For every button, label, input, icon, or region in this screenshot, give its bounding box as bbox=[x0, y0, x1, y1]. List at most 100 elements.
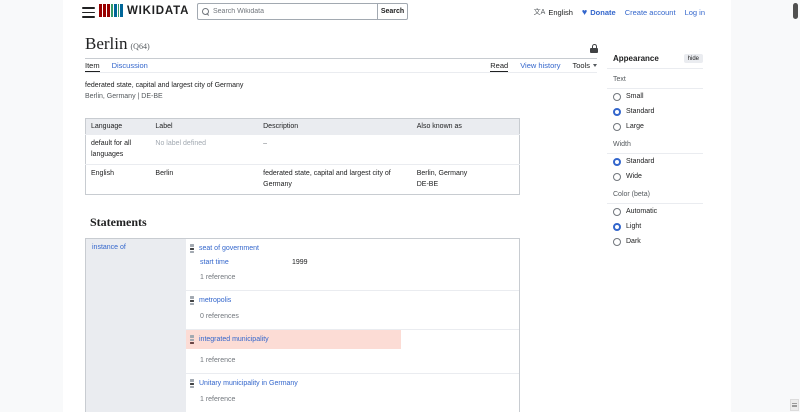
col-language: Language bbox=[85, 118, 151, 135]
references-toggle[interactable]: 1 reference bbox=[186, 274, 519, 281]
lock-icon bbox=[590, 44, 598, 53]
section-label-width: Width bbox=[607, 134, 703, 154]
appearance-hide-button[interactable]: hide bbox=[683, 54, 703, 63]
radio-width-standard[interactable]: Standard bbox=[607, 154, 703, 169]
tab-bar: Item Discussion Read View history Tools bbox=[85, 59, 597, 73]
claim-value-link[interactable]: metropolis bbox=[199, 297, 231, 304]
cell-also-known-as: Berlin, Germany DE-BE bbox=[411, 164, 520, 195]
top-bar: WIKIDATA Search 文A English ♥ Donate Crea… bbox=[63, 0, 731, 24]
section-label-color: Color (beta) bbox=[607, 184, 703, 204]
donate-link[interactable]: ♥ Donate bbox=[581, 6, 616, 17]
tab-item[interactable]: Item bbox=[85, 59, 100, 72]
radio-selected-icon[interactable] bbox=[613, 222, 621, 231]
radio-icon[interactable] bbox=[613, 172, 621, 181]
search-input-wrap bbox=[197, 3, 378, 20]
cell-description: federated state, capital and largest cit… bbox=[258, 164, 412, 195]
wikidata-logo-icon bbox=[99, 4, 123, 17]
deprecated-claim-highlight: integrated municipality bbox=[186, 330, 401, 350]
cell-also-known-as bbox=[411, 134, 520, 165]
scrollbar-bottom-button[interactable] bbox=[790, 399, 799, 411]
radio-color-light[interactable]: Light bbox=[607, 219, 703, 234]
rank-normal-icon[interactable] bbox=[190, 244, 194, 254]
claim-integrated-municipality: integrated municipality 1 reference bbox=[186, 330, 519, 375]
radio-icon[interactable] bbox=[613, 92, 621, 101]
qualifier-value: 1999 bbox=[292, 259, 308, 267]
search-input[interactable] bbox=[213, 8, 373, 15]
cell-language: default for all languages bbox=[85, 134, 151, 165]
appearance-panel: Appearance hide Text Small Standard Larg… bbox=[607, 52, 703, 249]
radio-width-wide[interactable]: Wide bbox=[607, 169, 703, 184]
heart-icon: ♥ bbox=[581, 6, 588, 17]
radio-color-dark[interactable]: Dark bbox=[607, 234, 703, 249]
language-icon: 文A bbox=[533, 9, 546, 16]
tab-tools[interactable]: Tools bbox=[572, 59, 597, 72]
cell-label: Berlin bbox=[150, 164, 259, 195]
radio-icon[interactable] bbox=[613, 207, 621, 216]
main-menu-icon[interactable] bbox=[82, 7, 95, 18]
main-content: Berlin (Q64) Item Discussion Read View hi… bbox=[85, 24, 598, 412]
claim-seat-of-government: seat of government start time 1999 1 ref… bbox=[186, 239, 519, 292]
language-label: English bbox=[548, 7, 573, 17]
wikidata-logo[interactable]: WIKIDATA bbox=[99, 4, 189, 17]
references-toggle[interactable]: 1 reference bbox=[186, 357, 519, 364]
radio-icon[interactable] bbox=[613, 237, 621, 246]
donate-label: Donate bbox=[590, 7, 616, 17]
property-column: instance of bbox=[86, 239, 186, 412]
table-row: default for all languages No label defin… bbox=[85, 134, 520, 165]
table-row: English Berlin federated state, capital … bbox=[85, 164, 520, 195]
radio-color-automatic[interactable]: Automatic bbox=[607, 204, 703, 219]
section-label-text: Text bbox=[607, 69, 703, 89]
logo-wordmark: WIKIDATA bbox=[127, 4, 190, 17]
radio-selected-icon[interactable] bbox=[613, 157, 621, 166]
claim-value-link[interactable]: Unitary municipality in Germany bbox=[199, 380, 298, 387]
scrollbar-thumb[interactable] bbox=[792, 3, 798, 19]
statements-heading: Statements bbox=[90, 215, 147, 230]
rank-deprecated-icon[interactable] bbox=[190, 335, 194, 345]
tab-read[interactable]: Read bbox=[490, 59, 509, 72]
search-button[interactable]: Search bbox=[378, 3, 408, 20]
term-table-header-row: Language Label Description Also known as bbox=[85, 118, 520, 135]
user-links: 文A English ♥ Donate Create account Log i… bbox=[534, 0, 705, 24]
property-link-instance-of[interactable]: instance of bbox=[92, 244, 126, 251]
claims-list: seat of government start time 1999 1 ref… bbox=[186, 239, 519, 412]
entity-aliases: Berlin, Germany | DE-BE bbox=[85, 93, 163, 101]
term-table: Language Label Description Also known as… bbox=[85, 118, 520, 196]
col-also-known-as: Also known as bbox=[411, 118, 520, 135]
col-label: Label bbox=[150, 118, 259, 135]
language-selector[interactable]: 文A English bbox=[534, 7, 573, 17]
cell-description: – bbox=[258, 134, 412, 165]
references-toggle[interactable]: 1 reference bbox=[186, 396, 519, 403]
claim-unitary-municipality: Unitary municipality in Germany 1 refere… bbox=[186, 374, 519, 412]
rank-normal-icon[interactable] bbox=[190, 296, 194, 306]
claim-value-link[interactable]: integrated municipality bbox=[199, 336, 269, 343]
search-box: Search bbox=[197, 3, 408, 20]
statement-group: instance of seat of government start tim… bbox=[85, 238, 520, 412]
chevron-down-icon bbox=[593, 64, 597, 67]
cell-language: English bbox=[85, 164, 151, 195]
page-title: Berlin bbox=[85, 34, 128, 53]
login-link[interactable]: Log in bbox=[685, 8, 705, 17]
radio-text-large[interactable]: Large bbox=[607, 119, 703, 134]
create-account-link[interactable]: Create account bbox=[625, 8, 676, 17]
search-icon bbox=[202, 8, 209, 15]
references-toggle[interactable]: 0 references bbox=[186, 313, 519, 320]
tab-view-history[interactable]: View history bbox=[520, 59, 560, 72]
radio-icon[interactable] bbox=[613, 122, 621, 131]
title-row: Berlin (Q64) bbox=[85, 24, 598, 59]
entity-id: (Q64) bbox=[130, 42, 150, 51]
claim-value-link[interactable]: seat of government bbox=[199, 245, 259, 252]
qualifier: start time 1999 bbox=[186, 259, 519, 266]
radio-selected-icon[interactable] bbox=[613, 107, 621, 116]
scrollbar-track[interactable] bbox=[789, 0, 800, 412]
radio-text-standard[interactable]: Standard bbox=[607, 104, 703, 119]
appearance-title: Appearance bbox=[613, 54, 659, 63]
tab-discussion[interactable]: Discussion bbox=[112, 59, 148, 72]
entity-description: federated state, capital and largest cit… bbox=[85, 82, 244, 89]
claim-metropolis: metropolis 0 references bbox=[186, 291, 519, 331]
col-description: Description bbox=[258, 118, 412, 135]
entity-terms: federated state, capital and largest cit… bbox=[85, 80, 597, 102]
cell-label: No label defined bbox=[150, 134, 259, 165]
radio-text-small[interactable]: Small bbox=[607, 89, 703, 104]
rank-normal-icon[interactable] bbox=[190, 379, 194, 389]
qualifier-property-link[interactable]: start time bbox=[200, 259, 292, 266]
